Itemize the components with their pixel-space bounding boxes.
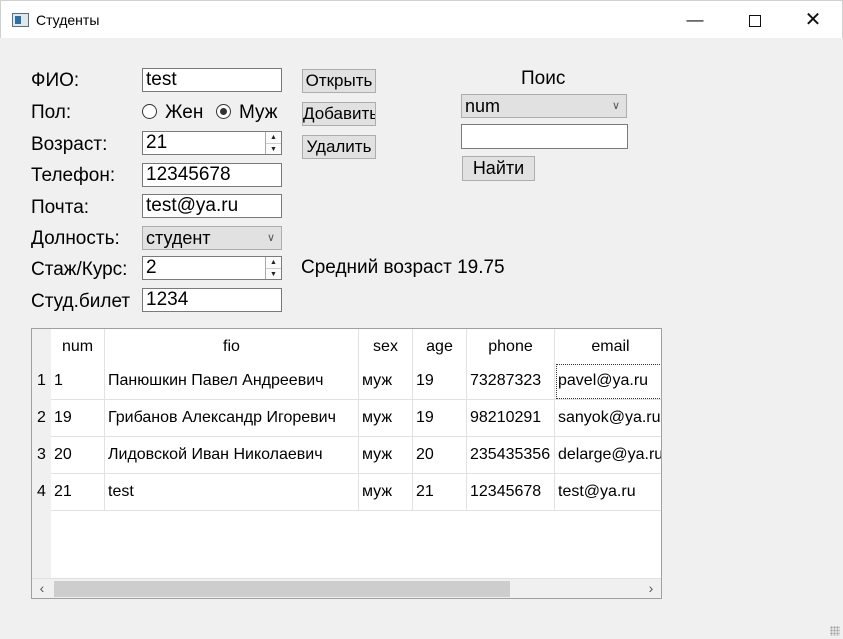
age-spin-buttons[interactable]: ▲ ▼ (265, 132, 281, 154)
spin-down-icon[interactable]: ▼ (266, 268, 281, 279)
age-value: 21 (146, 132, 168, 153)
course-value: 2 (146, 257, 157, 278)
table-cell-num[interactable]: 1 (51, 363, 105, 400)
table-cell-age[interactable]: 19 (413, 400, 467, 437)
table-cell-fio[interactable]: Грибанов Александр Игоревич (105, 400, 359, 437)
course-spin-buttons[interactable]: ▲ ▼ (265, 257, 281, 279)
ticket-label: Студ.билет (31, 291, 131, 312)
spin-up-icon[interactable]: ▲ (266, 257, 281, 268)
table-cell-phone[interactable]: 73287323 (467, 363, 555, 400)
phone-label: Телефон: (31, 165, 116, 186)
sex-label: Пол: (31, 102, 72, 123)
app-icon (12, 13, 29, 27)
minimize-button[interactable]: — (667, 1, 723, 39)
maximize-button[interactable] (727, 1, 783, 39)
column-header-sex[interactable]: sex (359, 329, 413, 366)
scrollbar-thumb[interactable] (54, 581, 510, 597)
open-button[interactable]: Открыть (302, 69, 376, 93)
position-label: Долность: (31, 228, 120, 249)
email-label: Почта: (31, 197, 90, 218)
search-title: Поис (521, 68, 566, 89)
students-table[interactable]: num fio sex age phone email 1 1 Панюшкин… (31, 328, 662, 599)
table-cell-age[interactable]: 20 (413, 437, 467, 474)
table-cell-age[interactable]: 19 (413, 363, 467, 400)
table-cell-num[interactable]: 19 (51, 400, 105, 437)
column-header-email[interactable]: email (555, 329, 661, 366)
title-bar: Студенты — ✕ (0, 0, 843, 38)
chevron-down-icon: ∨ (266, 232, 275, 244)
row-header[interactable]: 3 (32, 437, 51, 474)
search-input[interactable] (461, 124, 628, 149)
scroll-left-icon[interactable]: ‹ (32, 579, 52, 598)
column-header-num[interactable]: num (51, 329, 105, 366)
age-spinbox[interactable]: 21 ▲ ▼ (142, 131, 282, 155)
table-cell-fio[interactable]: Панюшкин Павел Андреевич (105, 363, 359, 400)
table-cell-sex[interactable]: муж (359, 474, 413, 511)
close-button[interactable]: ✕ (785, 1, 841, 39)
table-cell-num[interactable]: 20 (51, 437, 105, 474)
spin-up-icon[interactable]: ▲ (266, 132, 281, 143)
window-title: Студенты (36, 12, 100, 28)
column-header-age[interactable]: age (413, 329, 467, 366)
sex-female-label: Жен (165, 102, 204, 123)
column-header-phone[interactable]: phone (467, 329, 555, 366)
position-value: студент (146, 228, 211, 248)
course-spinbox[interactable]: 2 ▲ ▼ (142, 256, 282, 280)
sex-male-radio[interactable] (216, 104, 231, 119)
maximize-icon (749, 14, 761, 27)
average-age-label: Средний возраст 19.75 (301, 257, 505, 278)
resize-grip-icon[interactable] (830, 626, 840, 636)
table-cell-email[interactable]: delarge@ya.ru (555, 437, 661, 474)
row-header[interactable]: 4 (32, 474, 51, 511)
table-cell-fio[interactable]: Лидовской Иван Николаевич (105, 437, 359, 474)
sex-female-radio[interactable] (142, 104, 157, 119)
add-button[interactable]: Добавить (302, 102, 376, 126)
fio-input[interactable]: test (142, 68, 282, 92)
find-button[interactable]: Найти (462, 156, 535, 181)
row-header[interactable]: 2 (32, 400, 51, 437)
email-input[interactable]: test@ya.ru (142, 194, 282, 218)
phone-input[interactable]: 12345678 (142, 163, 282, 187)
search-field-value: num (465, 96, 501, 116)
position-combobox[interactable]: студент ∨ (142, 226, 282, 250)
row-header[interactable]: 1 (32, 363, 51, 400)
table-cell-phone[interactable]: 235435356 (467, 437, 555, 474)
table-cell-sex[interactable]: муж (359, 437, 413, 474)
column-header-fio[interactable]: fio (105, 329, 359, 366)
age-label: Возраст: (31, 134, 108, 155)
table-cell-phone[interactable]: 98210291 (467, 400, 555, 437)
course-label: Стаж/Курс: (31, 259, 128, 280)
table-cell-email[interactable]: test@ya.ru (555, 474, 661, 511)
table-cell-email[interactable]: sanyok@ya.ru (555, 400, 661, 437)
ticket-input[interactable]: 1234 (142, 288, 282, 312)
table-cell-age[interactable]: 21 (413, 474, 467, 511)
chevron-down-icon: ∨ (611, 100, 620, 112)
table-cell-sex[interactable]: муж (359, 400, 413, 437)
fio-label: ФИО: (31, 70, 80, 91)
scroll-right-icon[interactable]: › (641, 579, 661, 598)
sex-male-label: Муж (239, 102, 278, 123)
table-cell-sex[interactable]: муж (359, 363, 413, 400)
delete-button[interactable]: Удалить (302, 135, 376, 159)
spin-down-icon[interactable]: ▼ (266, 143, 281, 154)
table-cell-num[interactable]: 21 (51, 474, 105, 511)
search-field-combobox[interactable]: num ∨ (461, 94, 627, 118)
table-cell-phone[interactable]: 12345678 (467, 474, 555, 511)
horizontal-scrollbar[interactable]: ‹ › (32, 578, 661, 598)
table-cell-fio[interactable]: test (105, 474, 359, 511)
table-cell-email[interactable]: pavel@ya.ru (555, 363, 661, 400)
